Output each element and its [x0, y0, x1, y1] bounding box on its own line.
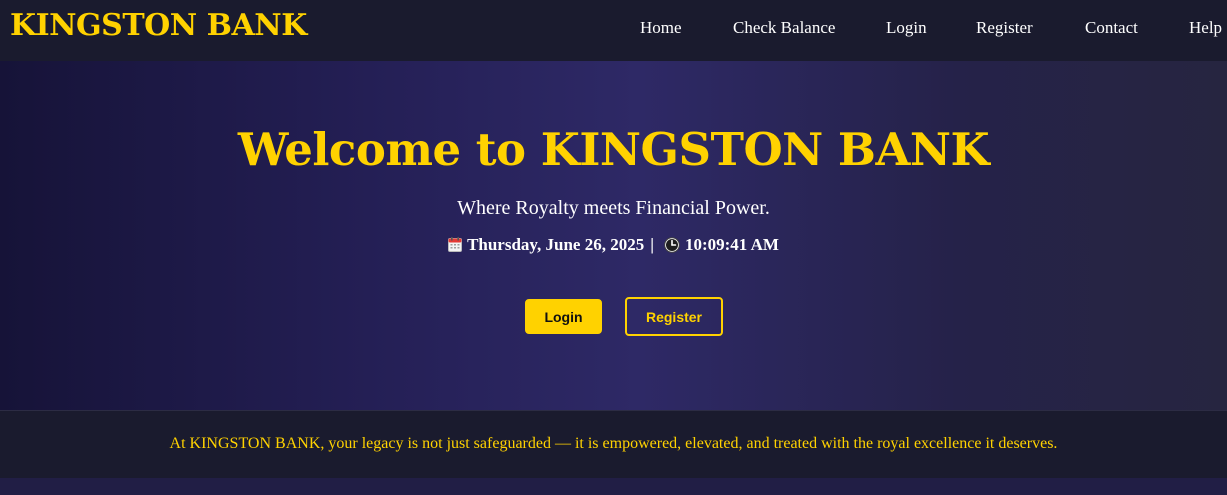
hero-section: Welcome to KINGSTON BANK Where Royalty m…: [0, 61, 1227, 410]
nav-login[interactable]: Login: [886, 18, 927, 38]
date-time-display: Thursday, June 26, 2025 | 10:09:41 AM: [0, 235, 1227, 255]
nav-help[interactable]: Help: [1189, 18, 1222, 38]
date-text: Thursday, June 26, 2025: [467, 235, 645, 254]
nav-contact[interactable]: Contact: [1085, 18, 1138, 38]
nav-register[interactable]: Register: [976, 18, 1033, 38]
about-text: At KINGSTON BANK, your legacy is not jus…: [169, 435, 1058, 452]
date-time-separator: |: [650, 235, 654, 254]
nav-home[interactable]: Home: [640, 18, 682, 38]
clock-icon: [664, 237, 680, 253]
hero-login-button[interactable]: Login: [525, 299, 602, 334]
nav-links: Home Check Balance Login Register Contac…: [0, 18, 1227, 42]
nav-check-balance[interactable]: Check Balance: [733, 18, 835, 38]
navbar: KINGSTON BANK Home Check Balance Login R…: [0, 0, 1227, 61]
about-banner: At KINGSTON BANK, your legacy is not jus…: [0, 410, 1227, 478]
hero-tagline: Where Royalty meets Financial Power.: [457, 197, 770, 219]
calendar-icon: [448, 237, 463, 252]
hero-register-button[interactable]: Register: [625, 297, 723, 336]
hero-title: Welcome to KINGSTON BANK: [237, 123, 990, 176]
time-text: 10:09:41 AM: [684, 235, 779, 254]
footer-strip: [0, 478, 1227, 495]
